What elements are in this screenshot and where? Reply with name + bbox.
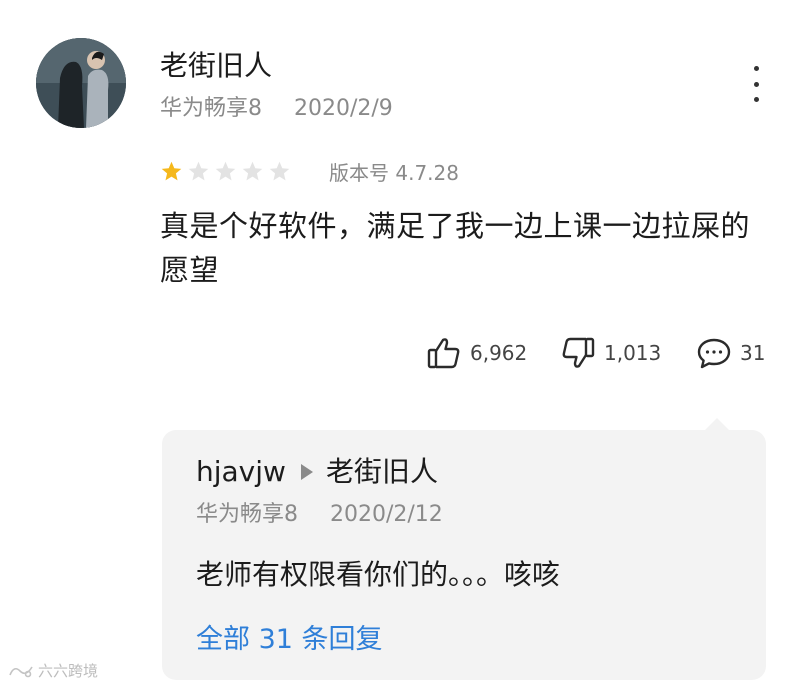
thumbs-down-icon (560, 335, 596, 371)
version-label: 版本号 4.7.28 (329, 160, 459, 185)
star-filled-icon (160, 160, 183, 183)
reply-to-user[interactable]: 老街旧人 (326, 452, 438, 492)
watermark-text: 六六跨境 (38, 662, 99, 680)
star-rating (160, 160, 291, 183)
reply-date: 2020/2/12 (330, 502, 443, 527)
reviewer-name[interactable]: 老街旧人 (160, 46, 272, 86)
reply-text: 老师有权限看你们的。。。咳咳 (196, 558, 561, 591)
star-empty-icon (268, 160, 291, 183)
more-options-button[interactable] (740, 62, 772, 106)
watermark-logo-icon (8, 663, 38, 679)
star-empty-icon (187, 160, 210, 183)
star-empty-icon (214, 160, 237, 183)
dislike-count: 1,013 (604, 341, 662, 365)
review-text: 真是个好软件，满足了我一边上课一边拉屎的愿望 (160, 209, 751, 287)
dislike-button[interactable]: 1,013 (560, 330, 661, 376)
comment-icon (696, 335, 732, 371)
more-dot (753, 97, 759, 102)
reply-header: hjavjw 老街旧人 (196, 452, 438, 492)
review-date: 2020/2/9 (294, 96, 393, 121)
comment-button[interactable]: 31 (696, 330, 765, 376)
thumbs-up-icon (426, 335, 462, 371)
watermark: 六六跨境 (8, 660, 98, 681)
reply-author[interactable]: hjavjw (196, 452, 286, 492)
like-count: 6,962 (470, 341, 528, 365)
reviewer-device: 华为畅享8 (160, 96, 262, 121)
more-vertical-icon (753, 66, 759, 71)
reply-card[interactable]: hjavjw 老街旧人 华为畅享8 2020/2/12 老师有权限看你们的。。。咳… (162, 430, 766, 680)
review-meta: 华为畅享8 2020/2/9 (160, 92, 393, 126)
reply-meta: 华为畅享8 2020/2/12 (196, 498, 443, 532)
avatar[interactable] (36, 38, 126, 128)
comment-count: 31 (740, 341, 766, 365)
rating-row: 版本号 4.7.28 (160, 156, 459, 186)
reply-device: 华为畅享8 (196, 502, 298, 527)
star-empty-icon (241, 160, 264, 183)
more-dot (753, 81, 759, 87)
play-arrow-icon (300, 452, 314, 492)
like-button[interactable]: 6,962 (426, 330, 527, 376)
view-all-replies-link[interactable]: 全部 31 条回复 (196, 620, 383, 660)
